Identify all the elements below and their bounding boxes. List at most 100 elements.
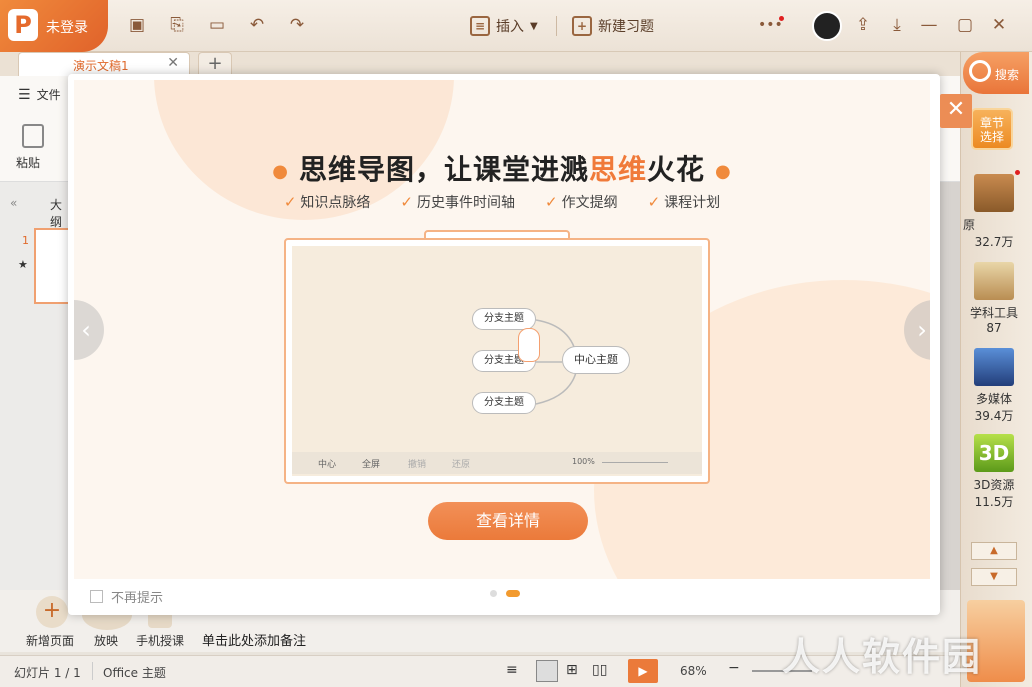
tab-document[interactable]: 演示文稿1 ✕	[18, 52, 190, 76]
file-menu[interactable]: 文件	[37, 86, 61, 103]
watermark: 人人软件园	[782, 635, 983, 679]
slide-thumbnail-pane: « 大纲 1 ★	[0, 182, 74, 622]
menu-icon[interactable]: ☰	[18, 87, 31, 103]
clapperboard-icon	[974, 348, 1014, 386]
search-label: 搜索	[995, 68, 1020, 82]
notes-toggle-icon[interactable]: ≡	[506, 662, 518, 678]
check-icon: ✓	[545, 193, 558, 211]
feature-item: ✓ 作文提纲	[545, 192, 618, 212]
undo-icon[interactable]: ↶	[246, 14, 268, 36]
chevron-down-icon: ▼	[530, 20, 538, 32]
resource-count: 87	[986, 321, 1002, 335]
save-as-icon[interactable]: ⎘	[166, 14, 188, 36]
resource-item-subject-tools[interactable]: 学科工具 87	[961, 262, 1027, 335]
branch-node: 分支主题	[472, 392, 536, 414]
divider	[556, 16, 557, 36]
toolbox-icon	[974, 262, 1014, 300]
insert-label: 插入	[496, 19, 524, 35]
resource-label: 多媒体	[975, 392, 1012, 406]
resource-side-panel: 搜索 章节 选择 原 32.7万 学科工具 87 多媒体 39.4万 3D 3D…	[960, 52, 1032, 687]
theme-name: Office 主题	[103, 666, 166, 680]
notification-dot	[779, 16, 784, 21]
download-icon[interactable]: ⤓	[886, 14, 908, 36]
fullscreen-tool-label: 全屏	[362, 460, 381, 470]
resource-count: 39.4万	[974, 409, 1014, 423]
scroll-down-button[interactable]: ▼	[971, 568, 1017, 586]
app-logo[interactable]: P 未登录	[0, 0, 108, 52]
paste-icon[interactable]	[22, 124, 44, 148]
redo-tool-label: 还原	[452, 460, 471, 470]
resource-item-original[interactable]: 原 32.7万	[961, 174, 1027, 250]
new-exercise-button[interactable]: + 新建习题	[572, 12, 654, 40]
center-node: 中心主题	[562, 346, 630, 374]
paste-button[interactable]: 粘贴	[16, 154, 40, 171]
chapter-select-button[interactable]: 章节 选择	[971, 108, 1013, 150]
close-tab-icon[interactable]: ✕	[167, 55, 179, 71]
open-folder-icon[interactable]: ▭	[206, 14, 228, 36]
notes-placeholder[interactable]: 单击此处添加备注	[202, 630, 306, 649]
feature-label: 作文提纲	[561, 195, 618, 211]
center-tool-label: 中心	[318, 460, 337, 470]
headline-text: 思维导图，让课堂进溅	[298, 153, 589, 186]
page-indicator-inactive[interactable]	[490, 590, 497, 597]
zoom-out-icon[interactable]: −	[728, 660, 740, 676]
normal-view-icon[interactable]	[536, 660, 558, 682]
feature-list: ✓ 知识点脉络 ✓ 历史事件时间轴 ✓ 作文提纲 ✓ 课程计划	[74, 192, 930, 212]
resource-item-multimedia[interactable]: 多媒体 39.4万	[961, 348, 1027, 424]
mobile-teach-button[interactable]: 手机授课	[136, 632, 184, 649]
close-dialog-button[interactable]: ✕	[940, 94, 972, 128]
bullet-dot: ●	[272, 160, 289, 182]
check-icon: ✓	[400, 193, 413, 211]
reading-view-icon[interactable]: ▯▯	[592, 662, 607, 678]
feature-intro-dialog: ● 思维导图，让课堂进溅思维火花 ● ✓ 知识点脉络 ✓ 历史事件时间轴 ✓ 作文提纲 ✓…	[68, 74, 940, 615]
search-button[interactable]: 搜索	[963, 52, 1029, 94]
page-indicator-active[interactable]	[506, 590, 520, 597]
branch-node: 分支主题	[472, 308, 536, 330]
logo-icon: P	[8, 9, 38, 41]
slideshow-play-button[interactable]: ▶	[628, 659, 658, 683]
collapse-icon[interactable]: «	[10, 196, 17, 210]
minimize-icon[interactable]: —	[918, 14, 940, 36]
new-page-button[interactable]: 新增页面	[26, 632, 74, 649]
mindmap-canvas: 分支主题 分支主题 分支主题 中心主题	[292, 246, 702, 476]
scroll-up-button[interactable]: ▲	[971, 542, 1017, 560]
outline-tab[interactable]: 大纲	[50, 196, 70, 230]
no-remind-checkbox[interactable]: 不再提示	[90, 587, 163, 606]
no-remind-label[interactable]: 不再提示	[111, 587, 163, 606]
feature-label: 历史事件时间轴	[417, 195, 515, 211]
insert-button[interactable]: ≡ 插入 ▼	[470, 12, 538, 40]
book-icon	[974, 174, 1014, 212]
insert-icon: ≡	[470, 16, 490, 36]
add-tab-button[interactable]: +	[198, 52, 232, 76]
avatar[interactable]	[812, 11, 842, 41]
preview-zoom-slider	[602, 462, 668, 463]
new-exercise-label: 新建习题	[598, 19, 654, 35]
resource-count: 32.7万	[974, 235, 1014, 249]
slide-count: 幻灯片 1 / 1	[14, 666, 81, 680]
more-icon[interactable]: •••	[758, 14, 783, 36]
grid-view-icon[interactable]: ⊞	[566, 662, 578, 678]
upload-icon[interactable]: ⇪	[852, 14, 874, 36]
divider	[92, 662, 93, 680]
star-icon: ★	[18, 258, 28, 271]
close-window-icon[interactable]: ✕	[988, 14, 1010, 36]
view-details-button[interactable]: 查看详情	[428, 502, 588, 540]
plus-icon: +	[572, 16, 592, 36]
prev-slide-button[interactable]: ‹	[74, 300, 104, 360]
play-button[interactable]: 放映	[94, 632, 118, 649]
maximize-icon[interactable]: ▢	[954, 14, 976, 36]
user-login-status[interactable]: 未登录	[46, 17, 88, 37]
undo-tool-label: 撤销	[408, 460, 427, 470]
resource-label: 原	[963, 218, 976, 232]
resource-item-3d[interactable]: 3D 3D资源 11.5万	[961, 434, 1027, 510]
checkbox-box[interactable]	[90, 590, 103, 603]
preview-zoom-label: 100%	[572, 457, 595, 466]
document-tab-bar: 演示文稿1 ✕ +	[0, 52, 960, 76]
headline-highlight: 思维	[588, 153, 647, 186]
zoom-level[interactable]: 68%	[680, 664, 707, 678]
save-icon[interactable]: ▣	[126, 14, 148, 36]
bullet-dot: ●	[715, 160, 732, 182]
add-page-icon[interactable]: +	[36, 596, 68, 628]
redo-icon[interactable]: ↷	[286, 14, 308, 36]
preview-toolbar: 中心 全屏 撤销 还原 100%	[292, 452, 702, 474]
